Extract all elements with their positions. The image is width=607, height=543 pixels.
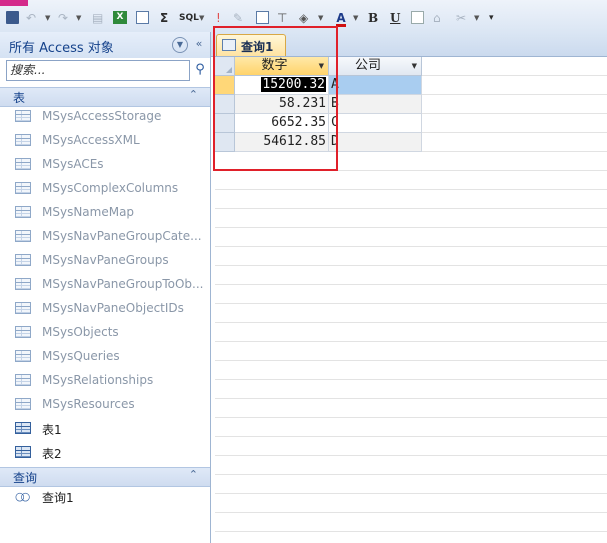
table-icon	[15, 398, 31, 410]
table-cell[interactable]: D	[329, 133, 422, 152]
search-input[interactable]: 搜索...	[6, 60, 190, 81]
query-icon: ○○	[15, 490, 30, 503]
table-icon	[15, 110, 31, 122]
table-icon	[15, 374, 31, 386]
paste-icon[interactable]: ▤	[92, 9, 103, 27]
table-icon	[15, 134, 31, 146]
redo-dropdown-icon[interactable]: ▼	[76, 9, 81, 27]
column-header-company[interactable]: 公司 ▼	[329, 57, 422, 76]
window-accent	[0, 0, 28, 6]
chevron-down-icon[interactable]: ▼	[172, 37, 188, 53]
navigation-pane-header[interactable]: 所有 Access 对象 ▼ «	[0, 32, 210, 58]
table-item-msysnavpanegroups[interactable]: MSysNavPaneGroups	[0, 249, 210, 273]
table-item-msysobjects[interactable]: MSysObjects	[0, 321, 210, 345]
table-icon	[15, 206, 31, 218]
table-item-msysnamemap[interactable]: MSysNameMap	[0, 201, 210, 225]
table-item-label: MSysNavPaneGroupToOb...	[42, 277, 204, 291]
customize-toolbar-icon[interactable]: ▾	[489, 9, 494, 27]
table-item-label: MSysRelationships	[42, 373, 154, 387]
font-color-icon[interactable]: A	[336, 9, 346, 27]
table-item-label: MSysComplexColumns	[42, 181, 179, 195]
table-item-label: MSysResources	[42, 397, 135, 411]
chevron-down-icon[interactable]: ▼	[412, 57, 417, 75]
table-item-msysqueries[interactable]: MSysQueries	[0, 345, 210, 369]
table-item-label: MSysNavPaneObjectIDs	[42, 301, 184, 315]
redo-icon[interactable]: ↷	[58, 9, 68, 27]
table-item-label: MSysAccessXML	[42, 133, 140, 147]
export-excel-icon[interactable]: X	[113, 11, 127, 24]
form-view-icon[interactable]	[136, 11, 149, 24]
properties-icon[interactable]: ⌂	[433, 9, 441, 27]
table-icon	[15, 446, 31, 458]
table-item-label: MSysAccessStorage	[42, 109, 162, 123]
query-item-label: 查询1	[42, 491, 74, 505]
brush-icon[interactable]: ✎	[233, 9, 243, 27]
view-dropdown-icon[interactable]: ▼	[199, 9, 204, 27]
group-header-queries[interactable]: 查询 ⌃	[0, 467, 210, 487]
underline-button[interactable]: U	[390, 9, 400, 27]
group-label: 查询	[13, 471, 38, 485]
table-icon	[15, 158, 31, 170]
collapse-pane-icon[interactable]: «	[192, 37, 206, 51]
save-icon[interactable]	[6, 11, 19, 24]
fill-color-icon[interactable]: ◈	[299, 9, 308, 27]
table-item-msysnavpanegrouptoobjects[interactable]: MSysNavPaneGroupToOb...	[0, 273, 210, 297]
column-header-label: 公司	[354, 58, 381, 73]
table-item-label: MSysObjects	[42, 325, 119, 339]
fill-dropdown-icon[interactable]: ▼	[318, 9, 323, 27]
table-item-label: MSysNavPaneGroups	[42, 253, 169, 267]
table-cell[interactable]: A	[329, 76, 422, 95]
group-header-tables[interactable]: 表 ⌃	[0, 87, 210, 107]
table-item-label: MSysQueries	[42, 349, 120, 363]
table-item-label: 表1	[42, 423, 62, 437]
collapse-chevron-icon[interactable]: ⌃	[189, 88, 198, 101]
table-item-msysnavpaneobjectids[interactable]: MSysNavPaneObjectIDs	[0, 297, 210, 321]
bold-button[interactable]: B	[368, 9, 378, 27]
table-icon	[15, 302, 31, 314]
undo-icon[interactable]: ↶	[26, 9, 36, 27]
table-item-label: MSysNameMap	[42, 205, 135, 219]
table-icon	[15, 230, 31, 242]
group-label: 表	[13, 91, 26, 105]
table-cell[interactable]: B	[329, 95, 422, 114]
table-item-label: MSysACEs	[42, 157, 104, 171]
table-item-table1[interactable]: 表1	[0, 417, 210, 441]
table-item-label: 表2	[42, 447, 62, 461]
table-icon	[15, 278, 31, 290]
table-item-msyscomplexcolumns[interactable]: MSysComplexColumns	[0, 177, 210, 201]
table-icon	[15, 422, 31, 434]
tools-dropdown-icon[interactable]: ▼	[474, 9, 479, 27]
run-icon[interactable]: !	[216, 9, 221, 27]
table-item-label: MSysNavPaneGroupCate...	[42, 229, 202, 243]
navigation-pane: 所有 Access 对象 ▼ « 搜索... ⚲ 表 ⌃ MSysAccessS…	[0, 32, 211, 543]
table-item-msysnavpanegroupcategories[interactable]: MSysNavPaneGroupCate...	[0, 225, 210, 249]
search-icon[interactable]: ⚲	[193, 63, 207, 77]
gridlines-icon[interactable]	[411, 11, 424, 24]
tools-icon[interactable]: ✂	[456, 9, 466, 27]
sql-view-button[interactable]: SQL	[179, 9, 199, 27]
table-item-msysaces[interactable]: MSysACEs	[0, 153, 210, 177]
font-color-dropdown-icon[interactable]: ▼	[353, 9, 358, 27]
table-item-table2[interactable]: 表2	[0, 441, 210, 465]
undo-dropdown-icon[interactable]: ▼	[45, 9, 50, 27]
table-item-msysresources[interactable]: MSysResources	[0, 393, 210, 417]
picture-icon[interactable]	[256, 11, 269, 24]
table-icon	[15, 326, 31, 338]
table-icon	[15, 182, 31, 194]
table-icon	[15, 254, 31, 266]
table-item-msysaccessstorage[interactable]: MSysAccessStorage	[0, 105, 210, 129]
table-cell[interactable]: C	[329, 114, 422, 133]
totals-icon[interactable]: Σ	[160, 9, 168, 27]
table-item-msysaccessxml[interactable]: MSysAccessXML	[0, 129, 210, 153]
query-item-query1[interactable]: ○○ 查询1	[0, 485, 210, 509]
table-item-msysrelationships[interactable]: MSysRelationships	[0, 369, 210, 393]
navigation-pane-title[interactable]: 所有 Access 对象	[9, 37, 114, 56]
annotation-highlight-box	[213, 26, 338, 171]
collapse-chevron-icon[interactable]: ⌃	[189, 468, 198, 481]
format-painter-icon[interactable]: ⊤	[277, 9, 287, 27]
table-icon	[15, 350, 31, 362]
